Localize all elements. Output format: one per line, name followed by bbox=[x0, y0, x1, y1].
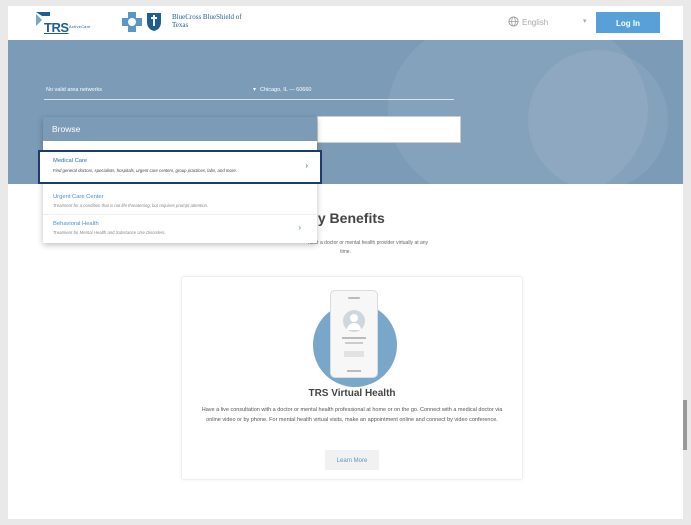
card-title: TRS Virtual Health bbox=[308, 388, 396, 399]
browse-item-title: Medical Care bbox=[53, 158, 88, 164]
bcbs-shield-icon bbox=[147, 13, 161, 31]
phone-speaker bbox=[348, 297, 360, 299]
benefits-subtitle: nsult a doctor or mental health provider… bbox=[308, 240, 429, 246]
phone-illustration-icon bbox=[330, 290, 378, 378]
language-select[interactable]: English bbox=[522, 18, 548, 27]
site-header: TRS ActiveCare BlueCross BlueShield of T… bbox=[8, 6, 683, 40]
phone-button-shape bbox=[344, 351, 364, 357]
bcbs-logo[interactable]: BlueCross BlueShield of Texas bbox=[122, 12, 242, 34]
location-value: Chicago, IL — 60660 bbox=[260, 87, 312, 93]
phone-text-line bbox=[342, 337, 366, 339]
browse-item-title: Behavioral Health bbox=[53, 221, 99, 227]
scrollbar[interactable] bbox=[683, 400, 687, 450]
learn-more-button[interactable]: Learn More bbox=[325, 450, 379, 470]
chevron-down-icon[interactable]: ▾ bbox=[583, 17, 587, 25]
browse-item-title: Urgent Care Center bbox=[53, 194, 104, 200]
browse-dropdown: Browse Medical Care Find general doctors… bbox=[38, 117, 322, 243]
network-select-value: No valid area networks bbox=[46, 87, 102, 93]
phone-text-line bbox=[345, 342, 363, 344]
chevron-down-icon: ▾ bbox=[252, 87, 256, 93]
bcbs-logo-text: BlueCross BlueShield of Texas bbox=[172, 13, 242, 29]
hero-background-photo-detail bbox=[528, 50, 668, 184]
browse-header: Browse bbox=[43, 117, 317, 141]
virtual-health-card: TRS Virtual Health Have a live consultat… bbox=[181, 276, 523, 480]
location-field[interactable]: Chicago, IL — 60660 bbox=[258, 83, 454, 100]
login-button[interactable]: Log In bbox=[596, 12, 660, 33]
card-description: Have a live consultation with a doctor o… bbox=[201, 407, 503, 423]
trs-logo-text: TRS bbox=[44, 20, 69, 35]
trs-logo-subtext: ActiveCare bbox=[69, 24, 91, 29]
search-input[interactable] bbox=[317, 116, 461, 143]
avatar-icon bbox=[343, 310, 365, 332]
globe-icon[interactable] bbox=[508, 16, 519, 27]
phone-home-bar bbox=[347, 370, 361, 372]
avatar-body bbox=[347, 323, 361, 330]
chevron-right-icon: › bbox=[298, 223, 301, 232]
avatar-head bbox=[350, 314, 358, 322]
browse-item-urgent-care[interactable]: Urgent Care Center Treatment for a condi… bbox=[43, 190, 317, 210]
browse-item-description: Treatment for a condition that is not li… bbox=[53, 203, 209, 208]
browse-item-description: Treatment for Mental Health and Substanc… bbox=[53, 230, 166, 235]
page-frame: TRS ActiveCare BlueCross BlueShield of T… bbox=[8, 6, 683, 519]
browse-item-description: Find general doctors, specialists, hospi… bbox=[53, 168, 237, 173]
trs-logo[interactable]: TRS ActiveCare bbox=[36, 12, 106, 35]
network-select[interactable]: No valid area networks ▾ bbox=[44, 83, 258, 100]
browse-item-behavioral-health[interactable]: Behavioral Health Treatment for Mental H… bbox=[43, 214, 317, 238]
benefits-subtitle-continued: time. bbox=[340, 249, 351, 255]
browse-item-medical-care[interactable]: Medical Care Find general doctors, speci… bbox=[38, 150, 322, 184]
chevron-right-icon: › bbox=[305, 161, 308, 170]
bcbs-cross-icon bbox=[122, 12, 142, 32]
